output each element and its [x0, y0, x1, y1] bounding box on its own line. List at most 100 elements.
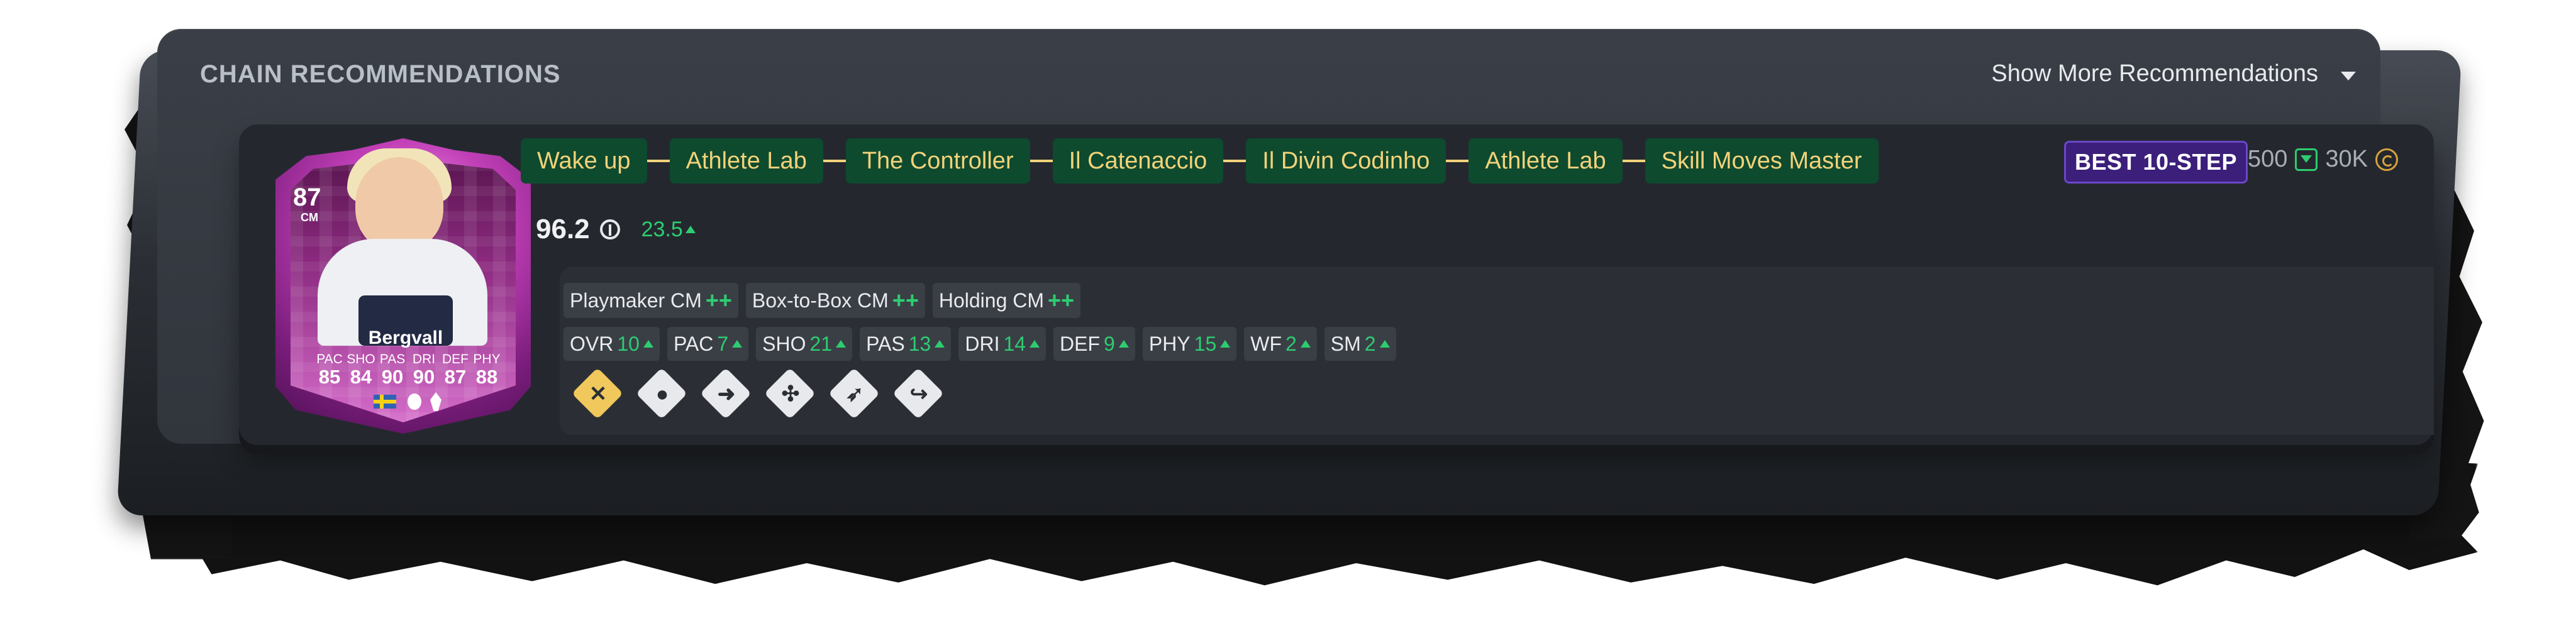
stat-gain-value: 9	[1104, 332, 1115, 355]
chain-connector	[647, 160, 670, 162]
chain-step[interactable]: Athlete Lab	[1468, 138, 1623, 184]
show-more-recommendations-button[interactable]: Show More Recommendations	[1991, 60, 2356, 87]
stat-gain-label: DEF	[1060, 332, 1101, 355]
stat-gain-label: SHO	[762, 332, 806, 355]
stat-gain-value: 2	[1285, 332, 1297, 355]
stat-gain-list: OVR 10 PAC 7 SHO 21 PAS 13 DRI 14 DEF 9 PHY 15 WF 2 SM 2	[564, 327, 1396, 361]
chain-step[interactable]: The Controller	[845, 138, 1030, 184]
chain-connector	[1622, 160, 1645, 162]
tactical-playstyle-icon[interactable]: ✕	[571, 367, 624, 420]
sweden-flag-icon	[374, 395, 396, 409]
stat-gain-value: 15	[1194, 332, 1217, 355]
up-arrow-icon	[935, 340, 945, 348]
player-stat-value: 84	[350, 366, 372, 388]
stat-gain-chip: PAC 7	[667, 327, 749, 361]
stat-gain-label: PAC	[673, 332, 714, 355]
chain-step[interactable]: Il Divin Codinho	[1246, 138, 1446, 184]
score-delta-value: 23.5	[641, 217, 683, 241]
chain-step[interactable]: Skill Moves Master	[1645, 138, 1879, 184]
stat-gain-chip: PHY 15	[1142, 327, 1237, 361]
up-arrow-icon	[732, 340, 743, 348]
player-position: CM	[301, 211, 318, 224]
player-face	[355, 157, 443, 251]
player-stat-label: DEF	[442, 352, 469, 366]
stat-gain-chip: SM 2	[1324, 327, 1396, 361]
show-more-label: Show More Recommendations	[1991, 60, 2318, 87]
role-chip: Holding CM ++	[932, 283, 1081, 318]
chain-connector	[823, 160, 846, 162]
chain-connector	[1030, 160, 1053, 162]
pass-playstyle-icon[interactable]: ➜	[699, 367, 752, 420]
chain-connector	[1223, 160, 1246, 162]
role-chip: Playmaker CM ++	[564, 283, 738, 318]
section-title: CHAIN RECOMMENDATIONS	[200, 60, 561, 88]
player-stat-label: PHY	[473, 352, 501, 366]
player-stat-value: 88	[475, 366, 498, 388]
stat-gain-value: 10	[617, 332, 640, 355]
player-stat-value: 85	[318, 366, 341, 388]
stat-gain-value: 13	[908, 332, 931, 355]
player-name: Bergvall	[368, 327, 443, 348]
coin-cost: 30K	[2325, 146, 2368, 172]
player-stat-value: 90	[413, 366, 435, 388]
token-icon	[2295, 148, 2318, 171]
stat-gain-chip: DRI 14	[958, 327, 1046, 361]
player-stat-label: SHO	[347, 352, 375, 366]
coin-icon	[2375, 148, 2399, 171]
flick-playstyle-icon[interactable]: ↪	[892, 367, 945, 420]
score-delta: 23.5	[641, 217, 696, 242]
chemistry-icon	[599, 219, 620, 239]
role-list: Playmaker CM ++ Box-to-Box CM ++ Holding CM +…	[564, 283, 1081, 318]
stat-gain-label: OVR	[570, 332, 614, 355]
up-arrow-icon	[1118, 340, 1129, 348]
chain-step[interactable]: Il Catenaccio	[1052, 138, 1224, 184]
role-name: Holding CM	[938, 289, 1045, 312]
arrows-playstyle-icon[interactable]: ✣	[763, 367, 816, 420]
chain-cost: 500 30K	[2248, 146, 2399, 173]
chain-step[interactable]: Wake up	[521, 138, 647, 184]
player-rating: 87	[293, 184, 321, 211]
score-value: 96.2	[536, 214, 590, 245]
role-chip: Box-to-Box CM ++	[745, 283, 925, 318]
role-name: Box-to-Box CM	[752, 289, 889, 312]
chevron-down-icon	[2341, 71, 2356, 80]
stat-gain-value: 7	[717, 332, 729, 355]
stat-gain-label: DRI	[965, 332, 1000, 355]
playstyle-list: ✕ ● ➜ ✣ ➶ ↪	[571, 367, 945, 420]
evolution-chain: Wake up Athlete Lab The Controller Il Caten…	[521, 138, 1879, 184]
token-cost: 500	[2248, 146, 2288, 172]
stat-gain-value: 21	[809, 332, 833, 355]
up-arrow-icon	[685, 226, 696, 233]
stat-gain-value: 14	[1003, 332, 1026, 355]
stat-gain-chip: OVR 10	[564, 327, 660, 361]
up-arrow-icon	[1300, 340, 1311, 348]
player-stat-value: 90	[381, 366, 404, 388]
premier-league-icon	[408, 393, 421, 410]
role-plus: ++	[1048, 287, 1075, 313]
player-stat-value: 87	[444, 366, 467, 388]
player-stat-label: PAC	[316, 352, 343, 366]
up-arrow-icon	[1030, 340, 1040, 348]
stat-gain-value: 2	[1364, 332, 1376, 355]
chain-connector	[1446, 160, 1469, 162]
stat-gain-chip: DEF 9	[1053, 327, 1135, 361]
player-stat-label: DRI	[412, 352, 436, 366]
role-plus: ++	[892, 287, 919, 313]
chain-step[interactable]: Athlete Lab	[669, 138, 823, 184]
up-arrow-icon	[836, 340, 847, 348]
stat-gain-label: PAS	[866, 332, 905, 355]
role-plus: ++	[705, 287, 732, 313]
player-stat-label: PAS	[379, 352, 406, 366]
up-arrow-icon	[1220, 340, 1231, 348]
stat-gain-chip: SHO 21	[756, 327, 853, 361]
up-arrow-icon	[1379, 340, 1390, 348]
stat-gain-label: WF	[1250, 332, 1282, 355]
chain-score: 96.2 23.5	[536, 214, 696, 245]
stat-gain-label: SM	[1330, 332, 1361, 355]
runner-playstyle-icon[interactable]: ➶	[828, 367, 880, 420]
location-playstyle-icon[interactable]: ●	[635, 367, 688, 420]
stat-gain-chip: WF 2	[1244, 327, 1317, 361]
role-name: Playmaker CM	[570, 289, 702, 312]
up-arrow-icon	[643, 340, 653, 348]
stat-gain-label: PHY	[1148, 332, 1191, 355]
